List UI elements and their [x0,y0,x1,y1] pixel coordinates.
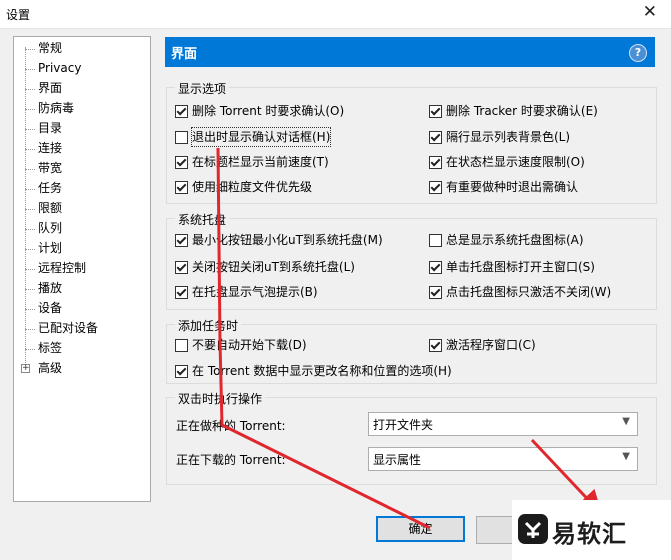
checkbox-box[interactable] [175,156,188,169]
tree-item-tasks[interactable]: 任务 [38,179,62,197]
tree-item-connection[interactable]: 连接 [38,139,62,157]
tree-item-bandwidth[interactable]: 带宽 [38,159,62,177]
tree-item-paired-devices[interactable]: 已配对设备 [38,319,98,337]
checkbox-box[interactable] [175,339,188,352]
settings-tree: 常规 Privacy 界面 防病毒 目录 连接 带宽 任务 限额 队列 计划 远… [13,36,151,502]
tree-item-remote[interactable]: 远程控制 [38,259,86,277]
tree-line [25,47,26,369]
tree-connector [25,229,35,230]
tree-connector [25,349,35,350]
downloading-action-select[interactable]: 显示属性 ▼ [368,447,638,471]
checkbox-label: 删除 Tracker 时要求确认(E) [446,104,598,118]
checkbox-label: 关闭按钮关闭uT到系统托盘(L) [192,260,355,274]
checkbox-label: 单击托盘图标打开主窗口(S) [446,260,595,274]
checkbox-label: 总是显示系统托盘图标(A) [446,233,584,247]
tree-connector [25,209,35,210]
tree-connector [25,189,35,190]
group-legend: 显示选项 [175,80,230,97]
checkbox-box[interactable] [175,105,188,118]
checkbox-box[interactable] [429,156,442,169]
checkbox-box[interactable] [429,286,442,299]
group-legend: 双击时执行操作 [175,390,266,407]
checkbox-label: 在标题栏显示当前速度(T) [192,155,329,169]
brand-logo-icon [518,514,548,544]
checkbox-label: 最小化按钮最小化uT到系统托盘(M) [192,233,383,247]
checkbox-box[interactable] [429,339,442,352]
tree-item-general[interactable]: 常规 [38,39,62,57]
tree-item-labels[interactable]: 标签 [38,339,62,357]
seeding-label: 正在做种的 Torrent: [176,419,286,433]
tree-item-queue[interactable]: 队列 [38,219,62,237]
checkbox-label: 在 Torrent 数据中显示更改名称和位置的选项(H) [192,364,452,378]
group-legend: 添加任务时 [175,317,242,334]
checkbox-box[interactable] [175,365,188,378]
ok-button[interactable]: 确定 [376,516,465,542]
title-bar: 设置 ✕ [0,0,671,29]
panel-header: 界面 ? [165,37,655,67]
checkbox-label: 点击托盘图标只激活不关闭(W) [446,285,612,299]
help-icon[interactable]: ? [629,44,647,62]
checkbox-box[interactable] [429,181,442,194]
checkbox-label: 使用细粒度文件优先级 [192,180,313,194]
checkbox-label: 隔行显示列表背景色(L) [446,130,571,144]
checkbox-box[interactable] [429,234,442,247]
checkbox-label: 不要自动开始下载(D) [192,338,307,352]
checkbox-box[interactable] [175,181,188,194]
tree-item-advanced[interactable]: 高级 [38,359,62,377]
close-icon[interactable]: ✕ [643,2,657,22]
select-value: 打开文件夹 [373,418,434,432]
group-legend: 系统托盘 [175,211,230,228]
tree-item-directories[interactable]: 目录 [38,119,62,137]
watermark: 易软汇 [512,500,671,560]
checkbox-label: 删除 Torrent 时要求确认(O) [192,104,345,118]
checkbox-box[interactable] [175,234,188,247]
checkbox-label: 有重要做种时退出需确认 [446,180,579,194]
tree-item-antivirus[interactable]: 防病毒 [38,99,74,117]
checkbox-box[interactable] [429,131,442,144]
checkbox-label: 在托盘显示气泡提示(B) [192,285,318,299]
chevron-down-icon: ▼ [622,451,630,462]
tree-connector [25,149,35,150]
window-title: 设置 [6,8,31,22]
checkbox-box[interactable] [175,286,188,299]
expand-icon[interactable]: + [21,364,30,373]
tree-connector [25,49,35,50]
checkbox-label: 激活程序窗口(C) [446,338,536,352]
tree-connector [25,69,35,70]
watermark-text: 易软汇 [552,520,627,548]
checkbox-box[interactable] [429,261,442,274]
seeding-action-select[interactable]: 打开文件夹 ▼ [368,412,638,436]
tree-connector [25,89,35,90]
tree-item-scheduler[interactable]: 计划 [38,239,62,257]
tree-connector [25,249,35,250]
checkbox-label: 退出时显示确认对话框(H) [190,127,332,147]
tree-connector [25,269,35,270]
checkbox-box[interactable] [429,105,442,118]
downloading-label: 正在下载的 Torrent: [176,453,286,467]
select-value: 显示属性 [373,453,422,467]
tree-connector [25,329,35,330]
tree-item-devices[interactable]: 设备 [38,299,62,317]
chevron-down-icon: ▼ [622,416,630,427]
checkbox-box[interactable] [175,131,188,144]
checkbox-label: 在状态栏显示速度限制(O) [446,155,585,169]
tree-connector [25,109,35,110]
tree-item-ui[interactable]: 界面 [38,79,62,97]
tree-connector [25,169,35,170]
checkbox-box[interactable] [175,261,188,274]
tree-item-playback[interactable]: 播放 [38,279,62,297]
tree-item-privacy[interactable]: Privacy [38,59,81,77]
panel-title: 界面 [171,47,198,62]
tree-connector [25,309,35,310]
tree-item-quota[interactable]: 限额 [38,199,62,217]
tree-connector [25,289,35,290]
tree-connector [25,129,35,130]
double-click-group: 双击时执行操作 [166,390,657,485]
